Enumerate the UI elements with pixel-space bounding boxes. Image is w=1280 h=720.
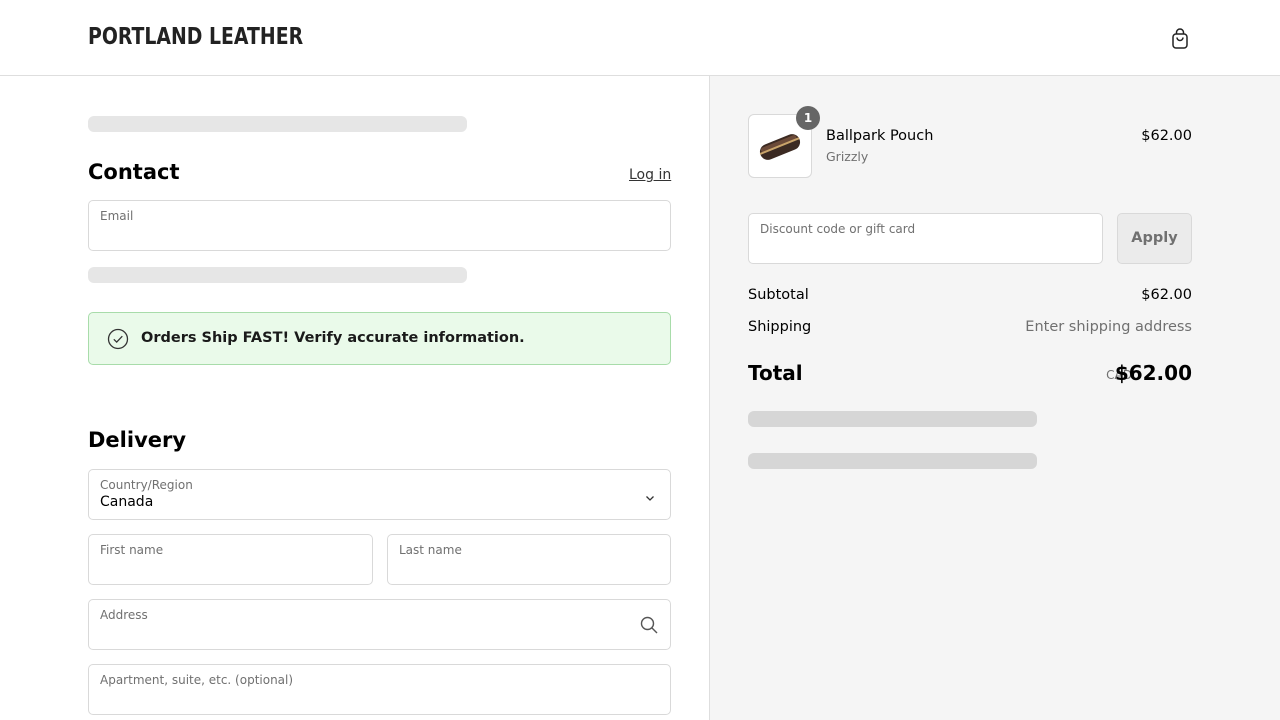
last-name-label: Last name: [399, 543, 462, 557]
last-name-field[interactable]: Last name: [387, 534, 671, 585]
subtotal-value: $62.00: [1141, 287, 1192, 303]
discount-code-field[interactable]: Discount code or gift card: [748, 213, 1103, 264]
country-value: Canada: [100, 494, 154, 510]
email-field[interactable]: Email: [88, 200, 671, 251]
delivery-title: Delivery: [88, 428, 187, 452]
discount-label: Discount code or gift card: [760, 222, 916, 236]
apply-discount-button[interactable]: Apply: [1117, 213, 1192, 264]
email-label: Email: [100, 209, 134, 223]
total-label: Total: [748, 361, 803, 385]
product-variant: Grizzly: [826, 149, 869, 164]
contact-title: Contact: [88, 160, 180, 184]
address-field[interactable]: Address: [88, 599, 671, 650]
product-name: Ballpark Pouch: [826, 128, 934, 144]
shipping-label: Shipping: [748, 319, 812, 335]
address-label: Address: [100, 608, 148, 622]
loading-skeleton: [748, 453, 1037, 469]
shopping-bag-icon[interactable]: [1168, 26, 1192, 50]
first-name-label: First name: [100, 543, 164, 557]
express-checkout-skeleton: [88, 116, 467, 132]
country-label: Country/Region: [100, 478, 193, 492]
checkout-form-panel: Contact Log in Email Orders Ship FAST! V…: [0, 76, 710, 720]
chevron-down-icon: [644, 489, 656, 508]
apartment-field[interactable]: Apartment, suite, etc. (optional): [88, 664, 671, 715]
loading-skeleton: [748, 411, 1037, 427]
shipping-value: Enter shipping address: [1025, 319, 1192, 335]
store-logo[interactable]: PORTLAND LEATHER: [88, 24, 303, 50]
product-price: $62.00: [1141, 128, 1192, 144]
newsletter-skeleton: [88, 267, 467, 283]
quantity-badge: 1: [796, 106, 820, 130]
total-amount: $62.00: [1114, 361, 1192, 385]
login-link[interactable]: Log in: [629, 167, 671, 183]
country-select[interactable]: Country/Region Canada: [88, 469, 671, 520]
search-icon[interactable]: [639, 615, 659, 639]
order-summary-panel: 1 Ballpark Pouch Grizzly $62.00 Discount…: [710, 76, 1280, 720]
check-circle-icon: [107, 328, 129, 350]
subtotal-label: Subtotal: [748, 287, 809, 303]
first-name-field[interactable]: First name: [88, 534, 373, 585]
notice-text: Orders Ship FAST! Verify accurate inform…: [141, 330, 525, 346]
shipping-notice: Orders Ship FAST! Verify accurate inform…: [88, 312, 671, 365]
header: PORTLAND LEATHER: [0, 0, 1280, 76]
apartment-label: Apartment, suite, etc. (optional): [100, 673, 294, 687]
